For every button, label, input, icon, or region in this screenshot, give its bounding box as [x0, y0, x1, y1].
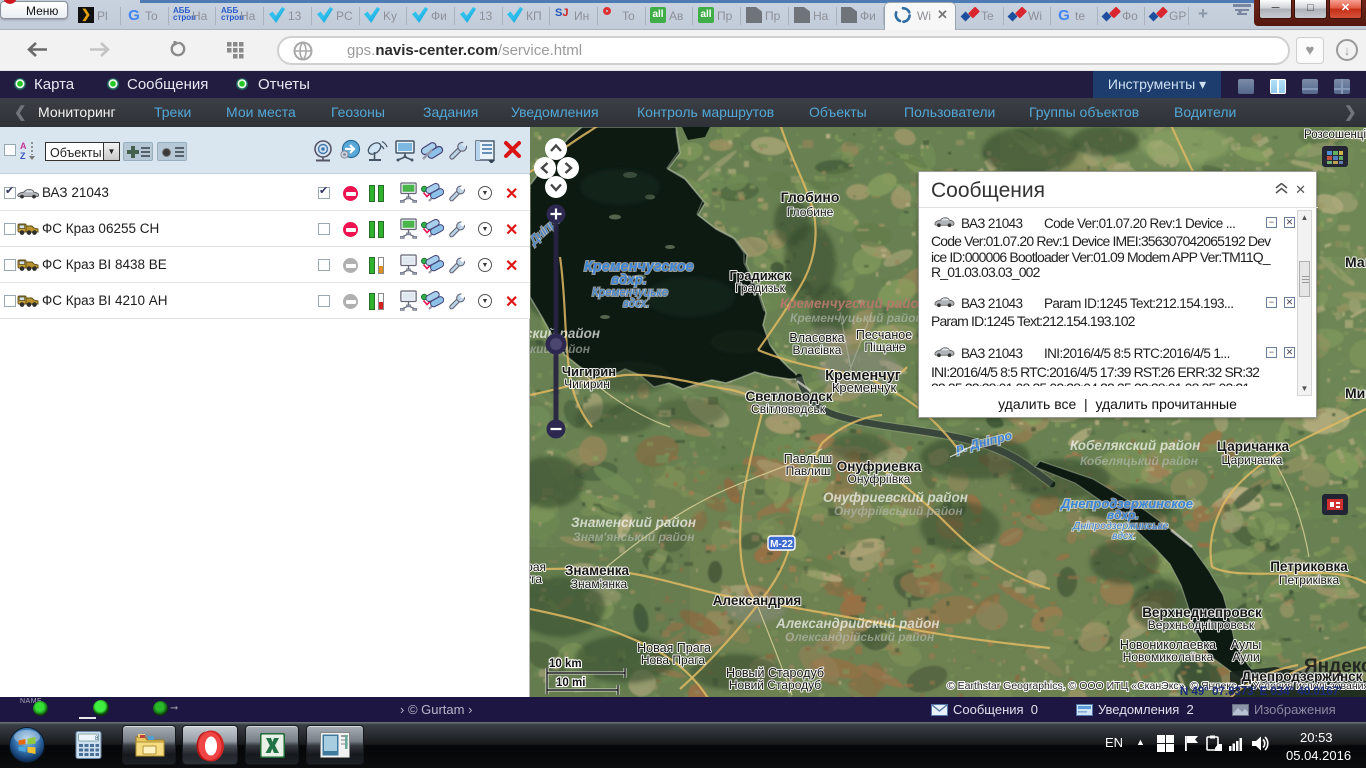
- svg-text:я Друга: я Друга: [530, 572, 542, 586]
- svg-text:Новомиколаївка: Новомиколаївка: [1123, 650, 1214, 664]
- svg-text:вдсх.: вдсх.: [623, 298, 650, 310]
- svg-text:10 mi: 10 mi: [556, 677, 585, 689]
- svg-text:Знам'янка: Знам'янка: [571, 577, 628, 591]
- svg-text:Знам'янський район: Знам'янський район: [573, 530, 695, 544]
- svg-text:Царичанка: Царичанка: [1222, 453, 1283, 467]
- svg-text:A: A: [20, 141, 27, 151]
- svg-text:Александрийский район: Александрийский район: [775, 616, 940, 631]
- svg-text:Аули: Аули: [1232, 650, 1259, 664]
- svg-text:Кременчук: Кременчук: [832, 380, 897, 395]
- svg-text:Кременчуцький район: Кременчуцький район: [790, 311, 923, 325]
- svg-text:Онуфрiївський район: Онуфрiївський район: [834, 504, 963, 518]
- svg-text:Павлиш: Павлиш: [786, 464, 831, 478]
- svg-text:Z: Z: [20, 151, 26, 161]
- svg-text:Петрикiвка: Петрикiвка: [1279, 573, 1340, 587]
- svg-text:Царичанка: Царичанка: [1217, 439, 1290, 454]
- svg-text:Свiтловодськ: Свiтловодськ: [751, 402, 826, 416]
- svg-text:Новий Стародуб: Новий Стародуб: [729, 678, 821, 692]
- svg-text:Мишурин: Мишурин: [1345, 385, 1366, 401]
- svg-text:Кобеляцький район: Кобеляцький район: [1080, 454, 1199, 468]
- svg-text:Нова Прага: Нова Прага: [641, 653, 706, 667]
- svg-text:Верхньоднiпровськ: Верхньоднiпровськ: [1148, 618, 1255, 632]
- svg-text:Онуфрiївка: Онуфрiївка: [848, 472, 911, 486]
- svg-text:вдхр.: вдхр.: [611, 272, 647, 287]
- svg-text:Власiвка: Власiвка: [793, 343, 842, 357]
- svg-text:Глобине: Глобине: [787, 205, 834, 219]
- svg-text:М-22: М-22: [770, 539, 793, 550]
- svg-text:Кобелякский район: Кобелякский район: [1070, 438, 1200, 453]
- svg-text:Кременчугский район: Кременчугский район: [780, 296, 927, 311]
- svg-text:Знаменка: Знаменка: [565, 563, 630, 578]
- svg-text:Знаменский район: Знаменский район: [571, 515, 696, 530]
- svg-text:10 km: 10 km: [549, 658, 582, 670]
- svg-text:Чигирин: Чигирин: [564, 377, 610, 391]
- svg-text:Петриковка: Петриковка: [1270, 559, 1348, 574]
- svg-text:Градизьк: Градизьк: [735, 281, 786, 295]
- svg-text:Розсошенцi: Розсошенцi: [1304, 129, 1366, 141]
- svg-text:вдсх.: вдсх.: [1112, 530, 1136, 542]
- svg-text:Олександрiйський район: Олександрiйський район: [785, 630, 935, 644]
- svg-text:Онуфриевский район: Онуфриевский район: [823, 490, 968, 505]
- svg-text:Пiщане: Пiщане: [864, 340, 905, 354]
- svg-text:Глобино: Глобино: [781, 189, 840, 205]
- svg-text:Манжелия: Манжелия: [1345, 254, 1366, 270]
- svg-text:Александрия: Александрия: [713, 593, 802, 608]
- svg-text:Яндекс: Яндекс: [1304, 656, 1366, 677]
